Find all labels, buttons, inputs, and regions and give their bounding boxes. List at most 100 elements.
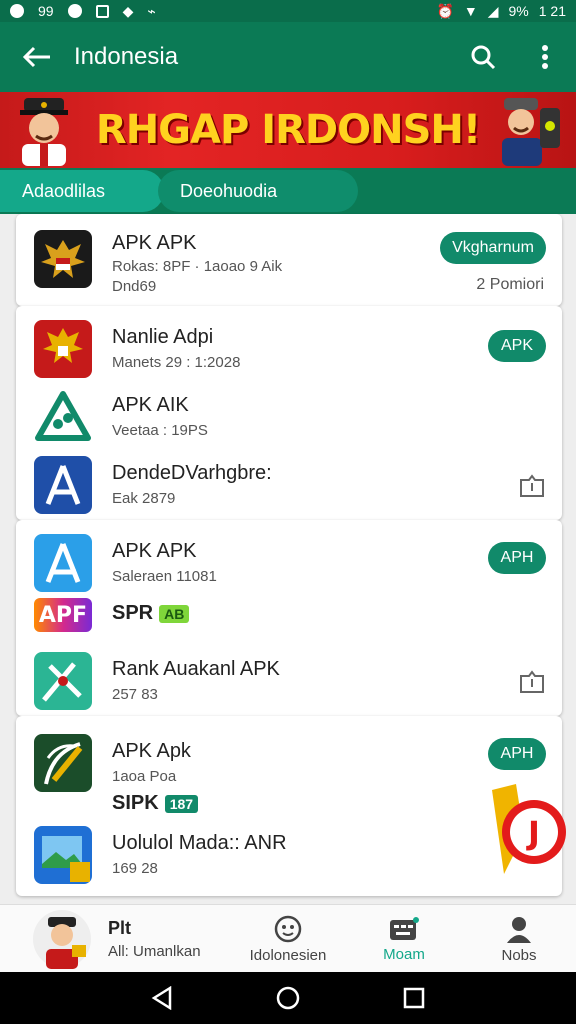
diamond-icon: ◆ [122,2,134,19]
back-nav-icon[interactable] [151,986,173,1010]
aph-button[interactable]: APH [488,738,546,770]
clock: 1 21 [538,3,566,19]
bottom-navigation: Plt All: Umanlkan Idolonesien Moam Nobs [0,904,576,972]
nav-item-all[interactable]: Plt All: Umanlkan [0,905,230,973]
status-left-text: 99 [38,3,54,19]
app-name: APK APK [112,540,197,562]
list-item[interactable]: Rank Auakanl APK 257 83 [16,646,562,716]
app-meta: Veetaa : 19PS [112,422,208,439]
tab-bar: Adaodlilas Doeohuodia [0,168,576,214]
app-name: Uolulol Mada:: ANR [112,832,287,854]
app-meta: Manets 29 : 1:2028 [112,354,241,371]
app-name: SIPK [112,792,159,814]
promo-banner[interactable]: RHGAP IRDONSH! [0,92,576,168]
compass-icon [34,652,92,710]
apf-logo-text: APF [38,602,88,628]
svg-text:J: J [526,814,540,852]
list-item[interactable]: APK APK Rokas: 8PF · 1aoao 9 Aik Dnd69 V… [16,224,562,304]
app-meta: Saleraen 11081 [112,568,217,585]
app-card: APK APK Saleraen 11081 APH APF SPR AB Ran… [16,520,562,716]
officer-phone-character-icon [502,98,560,166]
list-item[interactable]: APF SPR AB [16,592,562,640]
app-card: APK APK Rokas: 8PF · 1aoao 9 Aik Dnd69 V… [16,214,562,306]
signal-icon: ◢ [487,2,499,19]
system-navigation [0,972,576,1024]
alarm-icon: ⏰ [436,2,454,19]
list-item[interactable]: APK AIK Veetaa : 19PS [16,382,562,452]
list-item[interactable]: SIPK 187 [16,788,562,822]
app-meta: Rokas: 8PF · 1aoao 9 Aik [112,258,283,275]
notification-icon [10,4,24,18]
gallery-icon [95,4,109,18]
app-bar: Indonesia [0,22,576,92]
install-sub-label: 2 Pomiori [476,276,544,293]
version-tag: 187 [164,794,199,813]
garuda-red-icon [34,320,92,378]
list-item[interactable]: APK APK Saleraen 11081 APH [16,528,562,598]
search-icon [471,45,496,70]
usb-icon: ⌁ [147,2,156,19]
pen-leaf-icon [34,734,92,792]
battery-text: 9% [508,3,529,19]
app-meta: 257 83 [112,686,158,703]
page-title: Indonesia [74,43,179,70]
search-button[interactable] [452,22,514,92]
nav-item-all-label: All: Umanlkan [108,943,201,960]
app-name: APK APK [112,232,197,254]
recents-nav-icon[interactable] [403,987,425,1009]
list-item[interactable]: Nanlie Adpi Manets 29 : 1:2028 APK [16,314,562,384]
nav-item-label: Nobs [501,946,537,964]
nav-item-all-title: Plt [108,918,132,938]
app-name: Rank Auakanl APK [112,658,280,680]
app-name: Nanlie Adpi [112,326,214,348]
banner-headline: RHGAP IRDONSH! [95,107,481,153]
tab-doeohuodia[interactable]: Doeohuodia [158,170,358,212]
app-card: Nanlie Adpi Manets 29 : 1:2028 APK APK A… [16,306,562,520]
apk-button[interactable]: APK [488,330,546,362]
app-name: SPR [112,602,154,624]
wifi-icon: ▼ [463,3,478,19]
avatar-police-icon [33,910,91,969]
app-meta: 1aoa Poa [112,768,177,785]
install-button[interactable]: Vkgharnum [440,232,546,264]
app-meta: Eak 2879 [112,490,176,507]
download-icon[interactable] [518,472,546,498]
heart-icon [67,4,82,18]
nav-item-all-labels: Plt All: Umanlkan [108,918,201,960]
app-name-row: SIPK 187 [112,792,199,815]
list-item[interactable]: Uolulol Mada:: ANR 169 28 [16,820,562,890]
app-card: APK Apk 1aoa Poa APH SIPK 187 Uolulol Mad… [16,716,562,896]
download-icon[interactable] [518,668,546,694]
aph-button[interactable]: APH [488,542,546,574]
apf-logo-icon: APF [34,598,92,632]
app-name: DendeDVarhgbre: [112,462,272,484]
nav-item-label: Idolonesien [249,946,327,964]
triangle-leaf-icon [34,388,92,446]
photo-icon [34,826,92,884]
person-icon [507,916,531,943]
police-character-icon [20,98,68,166]
list-item[interactable]: DendeDVarhgbre: Eak 2879 [16,450,562,520]
floating-promo-button[interactable]: J [486,782,568,878]
nav-item-idolonesien[interactable]: Idolonesien [230,905,346,973]
nav-item-label: Moam [383,945,425,963]
app-meta-secondary: Dnd69 [112,278,157,295]
app-meta: 169 28 [112,860,158,877]
smile-icon [274,915,302,942]
tab-adaodlilas[interactable]: Adaodlilas [0,170,164,212]
app-store-icon [34,534,92,592]
back-button[interactable] [0,22,74,92]
more-vert-icon [542,45,548,69]
nav-item-moam[interactable]: Moam [346,905,462,973]
a-store-icon [34,456,92,514]
app-name: APK Apk [112,740,191,762]
app-name-row: SPR AB [112,602,190,625]
keyboard-icon [390,916,419,940]
arrow-left-icon [22,46,50,68]
home-nav-icon[interactable] [276,986,300,1010]
status-bar: 99 ◆ ⌁ ⏰ ▼ ◢ 9% 1 21 [0,0,576,22]
nav-item-nobs[interactable]: Nobs [462,905,576,973]
version-tag: AB [159,604,190,623]
app-name: APK AIK [112,394,189,416]
more-options-button[interactable] [514,22,576,92]
